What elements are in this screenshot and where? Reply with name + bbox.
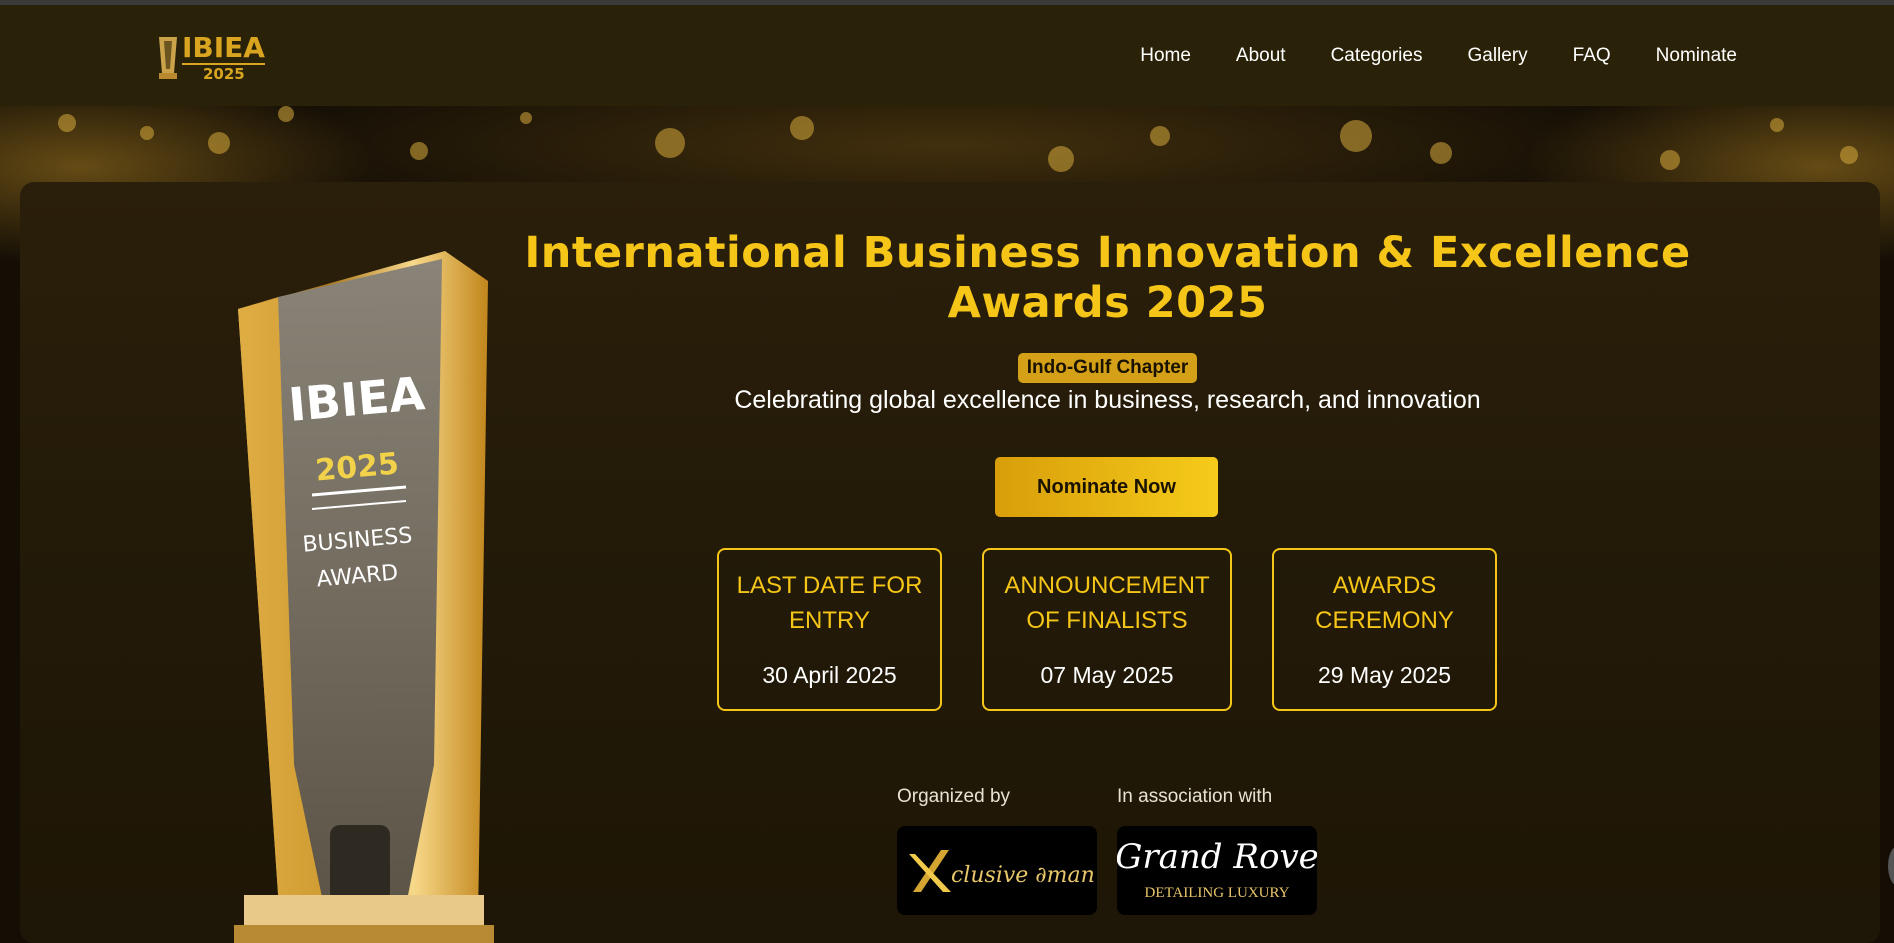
bokeh-light [1840,146,1858,164]
partner-logo-tagline: DETAILING LUXURY [1144,885,1289,901]
chapter-badge: Indo-Gulf Chapter [1018,353,1197,383]
nav-link-about[interactable]: About [1236,45,1286,67]
partner-logo-text: Grand Rove [1117,837,1317,877]
trophy-logo-icon [159,37,177,79]
bokeh-light [1340,120,1372,152]
organized-by-label: Organized by [897,786,1011,807]
association-logo-mark: Grand Rove DETAILING LUXURY [1117,837,1317,901]
organizer-logo[interactable]: clusive ∂man [897,826,1097,915]
main-navigation: Home About Categories Gallery FAQ Nomina… [1095,5,1737,106]
logo-year: 2025 [203,65,245,83]
bokeh-light [655,128,685,158]
association-label: In association with [1117,786,1273,807]
hero-subtitle: Celebrating global excellence in busines… [734,386,1481,414]
navbar: IBIEA 2025 Home About Categories Gallery… [0,5,1894,106]
date-card-last-entry: LAST DATE FOR ENTRY 30 April 2025 [717,548,942,711]
nav-link-gallery[interactable]: Gallery [1467,45,1527,67]
page-title: International Business Innovation & Exce… [500,228,1715,328]
bokeh-light [278,106,294,122]
bokeh-light [1048,146,1074,172]
date-card-label: ANNOUNCEMENT OF FINALISTS [1004,572,1210,634]
nav-link-nominate[interactable]: Nominate [1656,45,1737,67]
bokeh-light [58,114,76,132]
nav-link-home[interactable]: Home [1140,45,1191,67]
nominate-now-button[interactable]: Nominate Now [995,457,1218,517]
date-card-value: 07 May 2025 [1040,662,1174,688]
date-card-value: 30 April 2025 [762,662,897,688]
nav-link-faq[interactable]: FAQ [1573,45,1611,67]
bokeh-light [1150,126,1170,146]
date-card-value: 29 May 2025 [1318,662,1451,688]
crystal-trophy-image: IBIEA 2025 BUSINESS AWARD [234,251,494,943]
bokeh-light [410,142,428,160]
bokeh-light [790,116,814,140]
organizer-logo-text: clusive ∂man [951,863,1095,888]
title-line-2: Awards 2025 [947,278,1268,328]
date-card-ceremony: AWARDS CEREMONY 29 May 2025 [1272,548,1497,711]
logo-wordmark: IBIEA [182,31,265,65]
date-card-label: LAST DATE FOR ENTRY [736,572,923,634]
bokeh-light [1430,142,1452,164]
bokeh-light [1660,150,1680,170]
trophy-year-text: 2025 [314,446,400,488]
title-line-1: International Business Innovation & Exce… [524,228,1691,278]
date-card-finalists: ANNOUNCEMENT OF FINALISTS 07 May 2025 [982,548,1232,711]
site-logo[interactable]: IBIEA 2025 [155,31,275,83]
date-card-label: AWARDS CEREMONY [1315,572,1454,634]
bokeh-light [1770,118,1784,132]
bokeh-light [520,112,532,124]
organizer-logo-mark: clusive ∂man [909,850,1095,892]
nav-link-categories[interactable]: Categories [1331,45,1423,67]
bokeh-light [140,126,154,140]
association-partner-logo[interactable]: Grand Rove DETAILING LUXURY [1117,826,1317,915]
bokeh-light [208,132,230,154]
